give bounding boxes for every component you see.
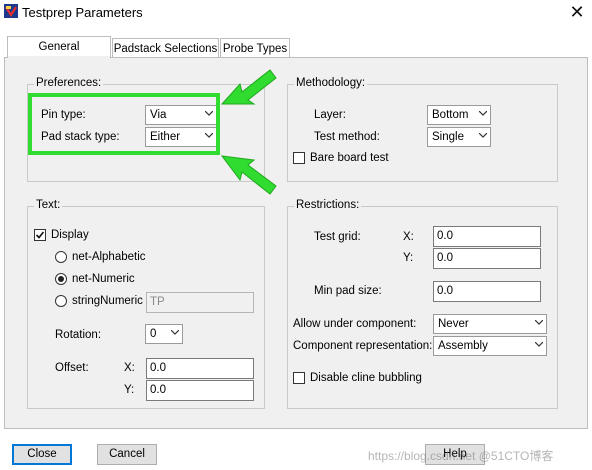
cancel-button[interactable]: Cancel xyxy=(97,444,157,465)
layer-label: Layer: xyxy=(314,109,346,121)
test-method-value: Single xyxy=(432,131,464,143)
app-icon xyxy=(4,4,18,18)
text-group-label: Text: xyxy=(34,199,63,211)
chevron-down-icon xyxy=(479,111,487,116)
offset-x-label: X: xyxy=(124,362,135,374)
display-checkbox[interactable] xyxy=(34,229,46,241)
grid-x-field[interactable]: 0.0 xyxy=(433,226,541,247)
component-representation-value: Assembly xyxy=(438,340,488,352)
check-icon xyxy=(35,231,45,239)
rotation-select[interactable]: 0 xyxy=(145,324,183,344)
radio-string-numeric[interactable] xyxy=(55,295,67,307)
min-pad-size-label: Min pad size: xyxy=(314,285,382,297)
min-pad-size-field[interactable]: 0.0 xyxy=(433,281,541,302)
disable-cline-bubbling-checkbox[interactable] xyxy=(293,372,305,384)
bare-board-test-checkbox[interactable] xyxy=(293,152,305,164)
disable-cline-bubbling-label: Disable cline bubbling xyxy=(310,372,422,384)
chevron-down-icon xyxy=(535,320,543,325)
radio-net-alphabetic-label: net-Alphabetic xyxy=(72,251,146,263)
title-bar: Testprep Parameters ✕ xyxy=(0,0,592,26)
string-numeric-field: TP xyxy=(146,292,254,313)
test-method-label: Test method: xyxy=(314,131,380,143)
offset-x-field[interactable]: 0.0 xyxy=(146,358,254,379)
grid-y-label: Y: xyxy=(403,252,414,264)
methodology-group-label: Methodology: xyxy=(294,77,368,89)
allow-under-component-value: Never xyxy=(438,318,469,330)
rotation-value: 0 xyxy=(150,328,157,340)
layer-value: Bottom xyxy=(432,109,469,121)
component-representation-select[interactable]: Assembly xyxy=(433,336,547,356)
display-label: Display xyxy=(51,229,89,241)
restrictions-group-label: Restrictions: xyxy=(294,199,362,211)
offset-label: Offset: xyxy=(55,362,89,374)
active-tab-joiner xyxy=(8,56,110,59)
rotation-label: Rotation: xyxy=(55,329,102,341)
window-title: Testprep Parameters xyxy=(22,5,143,20)
component-representation-label: Component representation: xyxy=(293,340,433,352)
tab-general-parameters[interactable]: General Parameters xyxy=(7,36,111,73)
layer-select[interactable]: Bottom xyxy=(427,105,491,125)
chevron-down-icon xyxy=(479,133,487,138)
watermark-text: https://blog.csdn.net @51CTO博客 xyxy=(368,449,554,463)
tab-padstack-selections[interactable]: Padstack Selections xyxy=(112,38,219,58)
offset-y-field[interactable]: 0.0 xyxy=(146,380,254,401)
close-window-icon[interactable]: ✕ xyxy=(566,2,588,22)
radio-selected-dot xyxy=(58,276,64,282)
grid-x-label: X: xyxy=(403,231,414,243)
radio-string-numeric-label: stringNumeric xyxy=(72,295,143,307)
grid-y-field[interactable]: 0.0 xyxy=(433,248,541,269)
radio-net-alphabetic[interactable] xyxy=(55,251,67,263)
allow-under-component-select[interactable]: Never xyxy=(433,314,547,334)
chevron-down-icon xyxy=(171,330,179,335)
close-button[interactable]: Close xyxy=(12,444,72,465)
radio-net-numeric-label: net-Numeric xyxy=(72,273,135,285)
offset-y-label: Y: xyxy=(124,384,135,396)
annotation-arrows-icon xyxy=(220,69,277,195)
allow-under-component-label: Allow under component: xyxy=(293,318,417,330)
test-method-select[interactable]: Single xyxy=(427,127,491,147)
test-grid-label: Test grid: xyxy=(314,231,361,243)
bare-board-test-label: Bare board test xyxy=(310,152,389,164)
radio-net-numeric[interactable] xyxy=(55,273,67,285)
preferences-group-label: Preferences: xyxy=(34,77,104,89)
tab-probe-types[interactable]: Probe Types xyxy=(220,38,290,58)
chevron-down-icon xyxy=(535,342,543,347)
highlight-box xyxy=(28,93,220,155)
